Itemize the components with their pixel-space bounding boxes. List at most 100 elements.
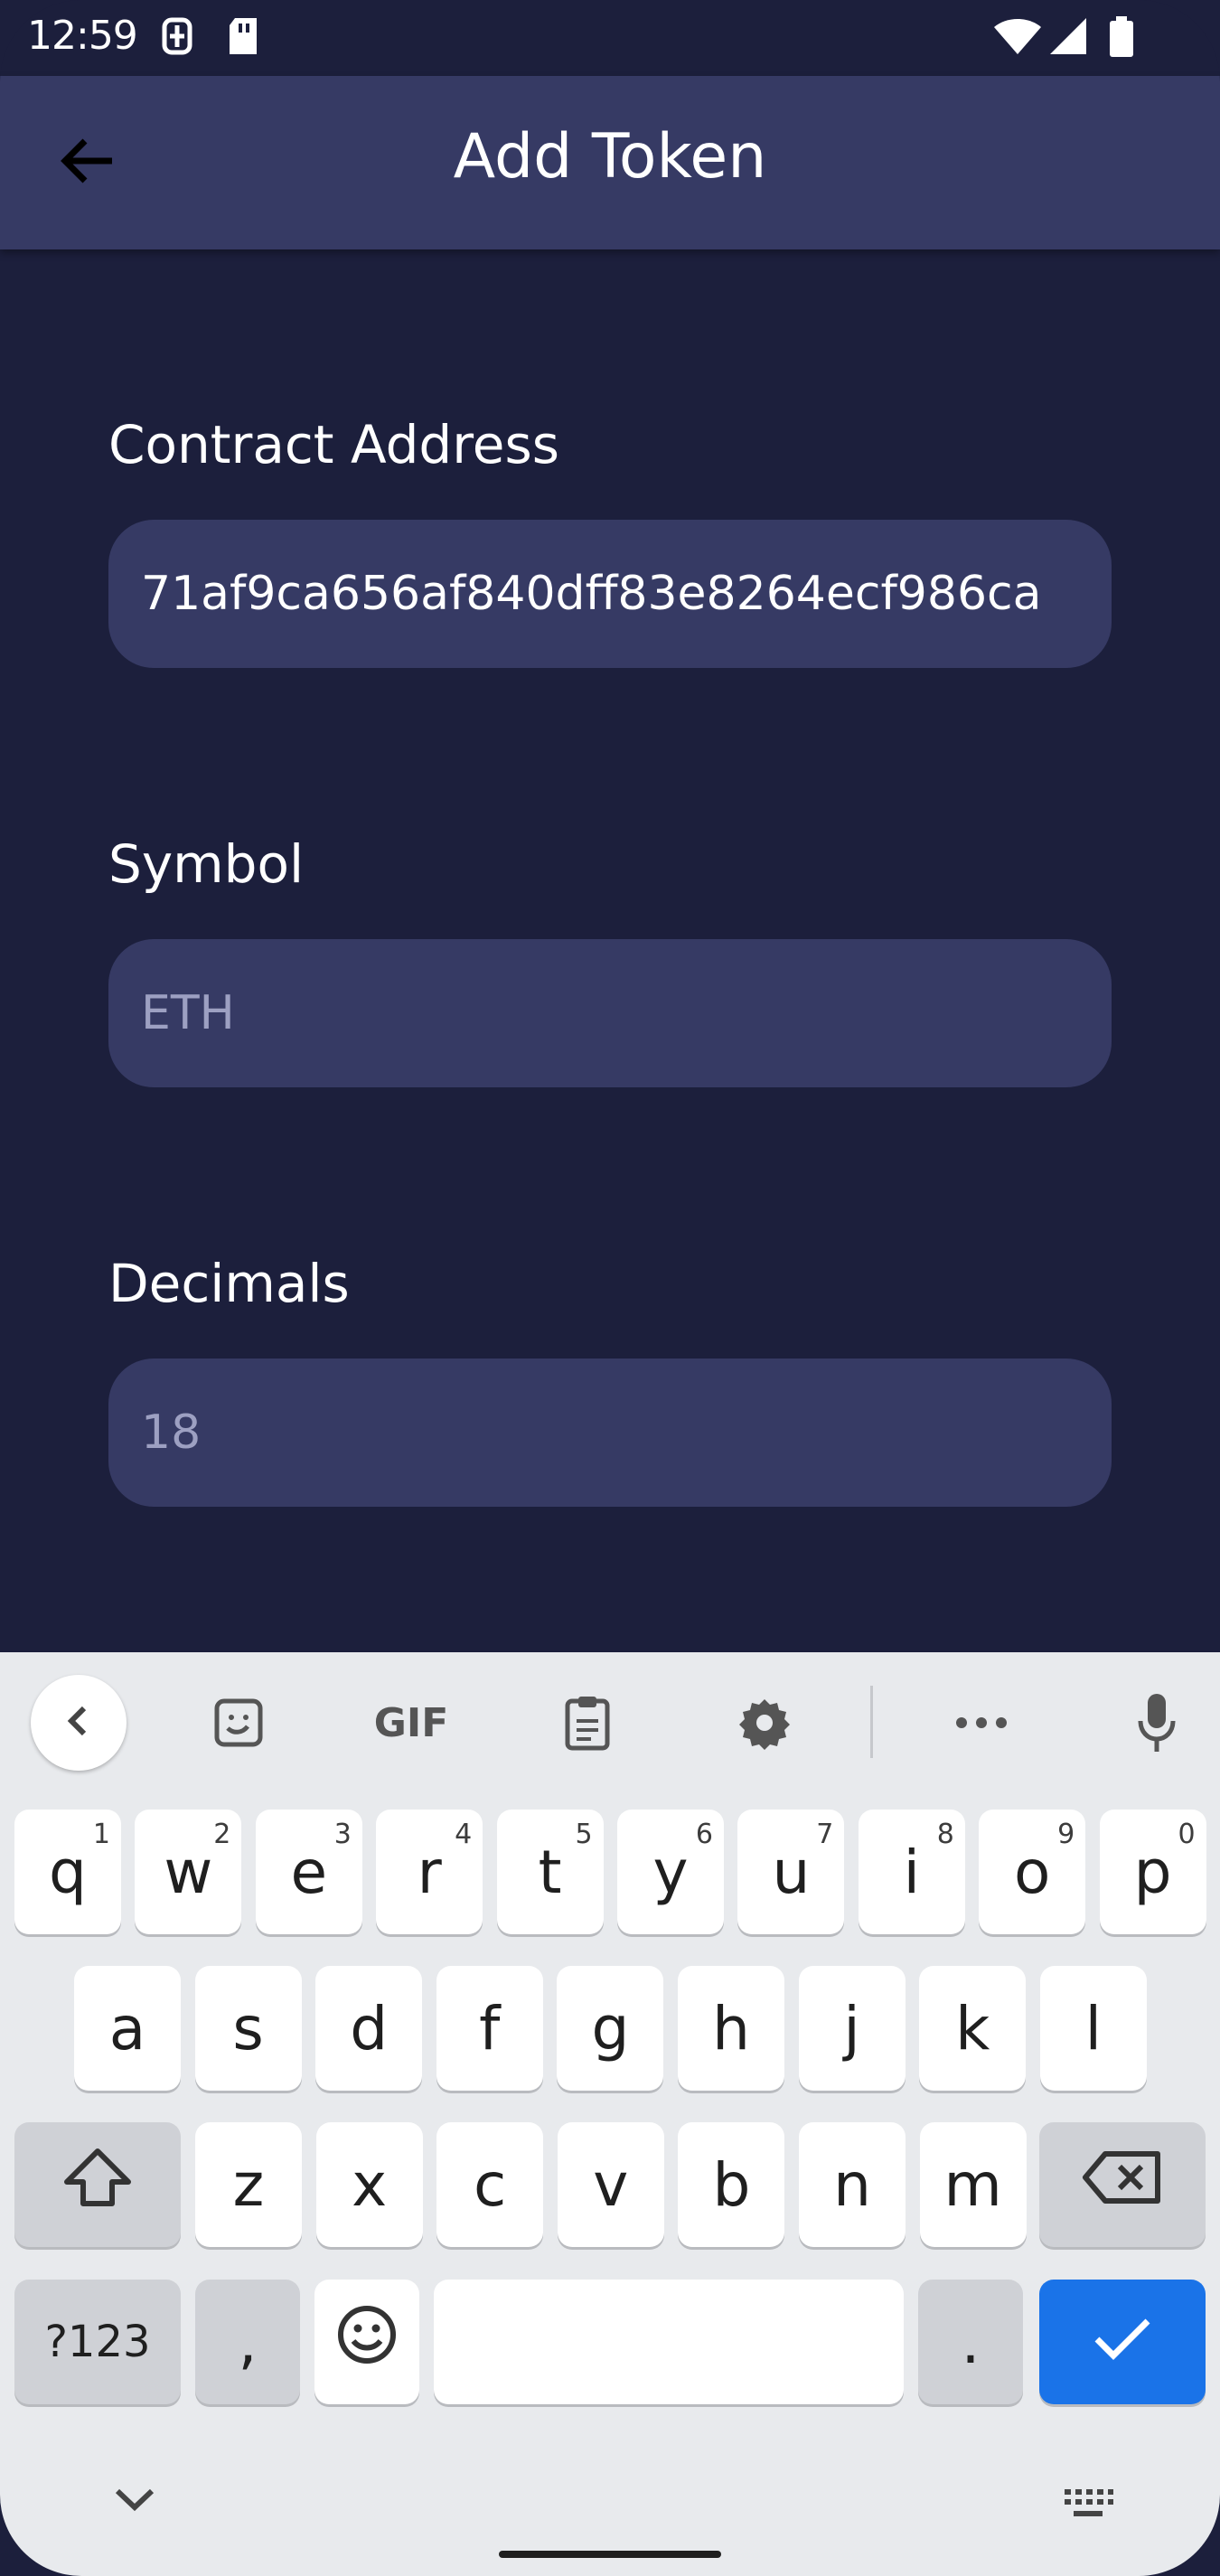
key-label: t	[538, 1837, 562, 1907]
emoji-key[interactable]	[314, 2280, 419, 2404]
key-label: z	[232, 2149, 265, 2220]
period-key-label: .	[961, 2307, 981, 2377]
keyboard-toolbar: GIF	[0, 1652, 1220, 1797]
key-hint: 8	[936, 1819, 954, 1850]
key-x[interactable]: x	[315, 2122, 423, 2247]
checkmark-icon	[1093, 2308, 1151, 2377]
key-q[interactable]: q1	[14, 1810, 121, 1934]
key-j[interactable]: j	[798, 1966, 906, 2091]
key-label: v	[593, 2149, 629, 2220]
key-label: b	[712, 2149, 751, 2220]
key-label: g	[591, 1993, 630, 2064]
key-g[interactable]: g	[557, 1966, 664, 2091]
key-v[interactable]: v	[557, 2122, 664, 2247]
chevron-down-icon[interactable]	[112, 2486, 157, 2516]
key-c[interactable]: c	[436, 2122, 544, 2247]
key-hint: 0	[1178, 1819, 1196, 1850]
key-e[interactable]: e3	[255, 1810, 362, 1934]
key-label: p	[1133, 1837, 1172, 1907]
key-label: h	[712, 1993, 750, 2064]
gif-icon[interactable]: GIF	[366, 1678, 456, 1768]
key-d[interactable]: d	[315, 1966, 423, 2091]
key-label: m	[943, 2149, 1002, 2220]
key-hint: 6	[695, 1819, 713, 1850]
key-a[interactable]: a	[74, 1966, 181, 2091]
key-label: u	[772, 1837, 811, 1907]
decimals-field[interactable]: 18	[108, 1359, 1112, 1507]
gif-label: GIF	[373, 1699, 449, 1746]
key-s[interactable]: s	[194, 1966, 302, 2091]
backspace-icon	[1082, 2148, 1163, 2221]
period-key[interactable]: .	[918, 2280, 1023, 2404]
key-r[interactable]: r4	[376, 1810, 483, 1934]
sd-card-icon	[226, 16, 262, 60]
app-bar: Add Token	[0, 76, 1220, 249]
key-label: i	[903, 1837, 920, 1907]
key-label: s	[232, 1993, 264, 2064]
keyboard: GIF ?123 , . q 1 w 2 e 3 r 4 t 5 y 6 u 7…	[0, 1652, 1220, 2576]
key-h[interactable]: h	[678, 1966, 784, 2091]
symbol-placeholder: ETH	[141, 986, 235, 1040]
key-b[interactable]: b	[678, 2122, 785, 2247]
decimals-placeholder: 18	[141, 1406, 202, 1460]
decimals-label: Decimals	[108, 1253, 350, 1314]
key-label: o	[1013, 1837, 1051, 1907]
shift-key[interactable]	[14, 2122, 181, 2247]
screen: 12:59 Add Token Contract Address 71af9ca…	[0, 0, 1220, 2576]
key-o[interactable]: o9	[979, 1810, 1086, 1934]
symbols-key[interactable]: ?123	[14, 2280, 181, 2404]
key-z[interactable]: z	[195, 2122, 302, 2247]
key-k[interactable]: k	[919, 1966, 1027, 2091]
status-time: 12:59	[27, 13, 138, 59]
symbols-key-label: ?123	[44, 2317, 151, 2367]
contract-address-label: Contract Address	[108, 414, 559, 475]
keyboard-collapse-button[interactable]	[31, 1675, 127, 1771]
key-label: k	[955, 1993, 990, 2064]
key-label: c	[474, 2149, 507, 2220]
settings-icon[interactable]	[719, 1678, 810, 1768]
key-label: y	[652, 1837, 689, 1907]
key-label: l	[1084, 1993, 1102, 2064]
sim-manager-icon	[159, 16, 195, 60]
battery-icon	[1108, 16, 1135, 61]
key-m[interactable]: m	[919, 2122, 1027, 2247]
keyboard-switch-icon[interactable]	[1063, 2487, 1113, 2524]
enter-key[interactable]	[1039, 2280, 1206, 2404]
toolbar-divider	[870, 1686, 873, 1758]
cellular-signal-icon	[1048, 16, 1088, 60]
key-hint: 7	[816, 1819, 834, 1850]
wifi-icon	[992, 16, 1043, 60]
symbol-label: Symbol	[108, 833, 305, 895]
key-i[interactable]: i8	[858, 1810, 965, 1934]
key-hint: 1	[92, 1819, 110, 1850]
key-y[interactable]: y6	[617, 1810, 724, 1934]
comma-key[interactable]: ,	[195, 2280, 300, 2404]
key-label: a	[108, 1993, 146, 2064]
key-n[interactable]: n	[799, 2122, 906, 2247]
key-f[interactable]: f	[436, 1966, 543, 2091]
key-w[interactable]: w2	[135, 1810, 242, 1934]
key-hint: 4	[455, 1819, 473, 1850]
symbol-field[interactable]: ETH	[108, 939, 1112, 1087]
contract-address-field[interactable]: 71af9ca656af840dff83e8264ecf986ca	[108, 520, 1112, 668]
key-t[interactable]: t5	[496, 1810, 604, 1934]
key-label: x	[352, 2149, 388, 2220]
key-p[interactable]: p0	[1099, 1810, 1206, 1934]
key-hint: 2	[213, 1819, 231, 1850]
key-label: d	[350, 1993, 389, 2064]
key-label: r	[417, 1837, 442, 1907]
sticker-icon[interactable]	[193, 1678, 284, 1768]
space-key[interactable]	[434, 2280, 904, 2404]
key-label: n	[833, 2149, 871, 2220]
home-indicator[interactable]	[499, 2551, 721, 2558]
key-label: j	[843, 1993, 860, 2064]
microphone-icon[interactable]	[1112, 1678, 1202, 1768]
page-title: Add Token	[453, 121, 767, 193]
key-hint: 5	[575, 1819, 593, 1850]
backspace-key[interactable]	[1039, 2122, 1206, 2247]
clipboard-icon[interactable]	[542, 1678, 633, 1768]
key-l[interactable]: l	[1039, 1966, 1147, 2091]
key-u[interactable]: u7	[737, 1810, 845, 1934]
comma-key-label: ,	[238, 2307, 258, 2377]
more-icon[interactable]	[936, 1678, 1027, 1768]
